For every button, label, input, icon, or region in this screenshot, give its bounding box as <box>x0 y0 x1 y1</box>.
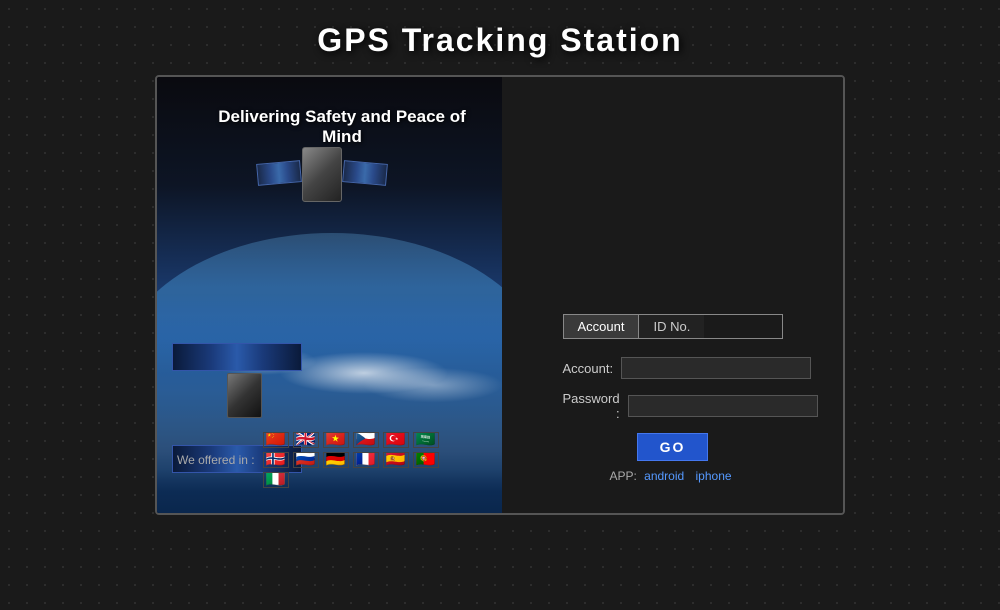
flag-item[interactable]: 🇻🇳 <box>323 432 349 448</box>
languages-label: We offered in : <box>177 453 255 467</box>
password-input[interactable] <box>628 395 818 417</box>
satellite-panel-left <box>256 160 302 186</box>
flag-item[interactable]: 🇸🇦 <box>413 432 439 448</box>
satellite-panel-right <box>342 160 388 186</box>
tagline: Delivering Safety and Peace of Mind <box>202 107 482 147</box>
password-row: Password : <box>563 391 783 421</box>
flag-item[interactable]: 🇨🇿 <box>353 432 379 448</box>
flag-item[interactable]: 🇷🇺 <box>293 452 319 468</box>
main-panel: Delivering Safety and Peace of Mind Acco… <box>155 75 845 515</box>
satellite2-body <box>227 373 262 418</box>
flag-item[interactable]: 🇮🇹 <box>263 472 289 488</box>
account-input[interactable] <box>621 357 811 379</box>
flag-item[interactable]: 🇫🇷 <box>353 452 379 468</box>
form-section: Account ID No. Account: Password : GO AP… <box>502 77 843 513</box>
satellite-body <box>302 147 342 202</box>
app-prefix-label: APP: <box>609 469 636 483</box>
page-title: GPS Tracking Station <box>0 0 1000 75</box>
android-link[interactable]: android <box>644 469 684 483</box>
flags-row: 🇨🇳🇬🇧🇻🇳🇨🇿🇹🇷🇸🇦 🇳🇴🇷🇺🇩🇪🇫🇷🇪🇸🇵🇹 🇮🇹 <box>263 432 463 488</box>
flag-item[interactable]: 🇪🇸 <box>383 452 409 468</box>
flag-item[interactable]: 🇨🇳 <box>263 432 289 448</box>
flag-item[interactable]: 🇹🇷 <box>383 432 409 448</box>
flag-item[interactable]: 🇬🇧 <box>293 432 319 448</box>
tab-account[interactable]: Account <box>564 315 640 338</box>
flag-item[interactable]: 🇵🇹 <box>413 452 439 468</box>
app-links-row: APP: android iphone <box>609 469 735 483</box>
account-row: Account: <box>563 357 783 379</box>
account-id-tabs: Account ID No. <box>563 314 783 339</box>
tab-id-no[interactable]: ID No. <box>639 315 704 338</box>
go-button[interactable]: GO <box>637 433 709 461</box>
flag-item[interactable]: 🇳🇴 <box>263 452 289 468</box>
password-label: Password : <box>563 391 628 421</box>
iphone-link[interactable]: iphone <box>696 469 732 483</box>
languages-bar: We offered in : 🇨🇳🇬🇧🇻🇳🇨🇿🇹🇷🇸🇦 🇳🇴🇷🇺🇩🇪🇫🇷🇪🇸🇵🇹… <box>177 432 463 488</box>
flag-item[interactable]: 🇩🇪 <box>323 452 349 468</box>
satellite2-panel-top <box>172 343 302 371</box>
account-label: Account: <box>563 361 622 376</box>
